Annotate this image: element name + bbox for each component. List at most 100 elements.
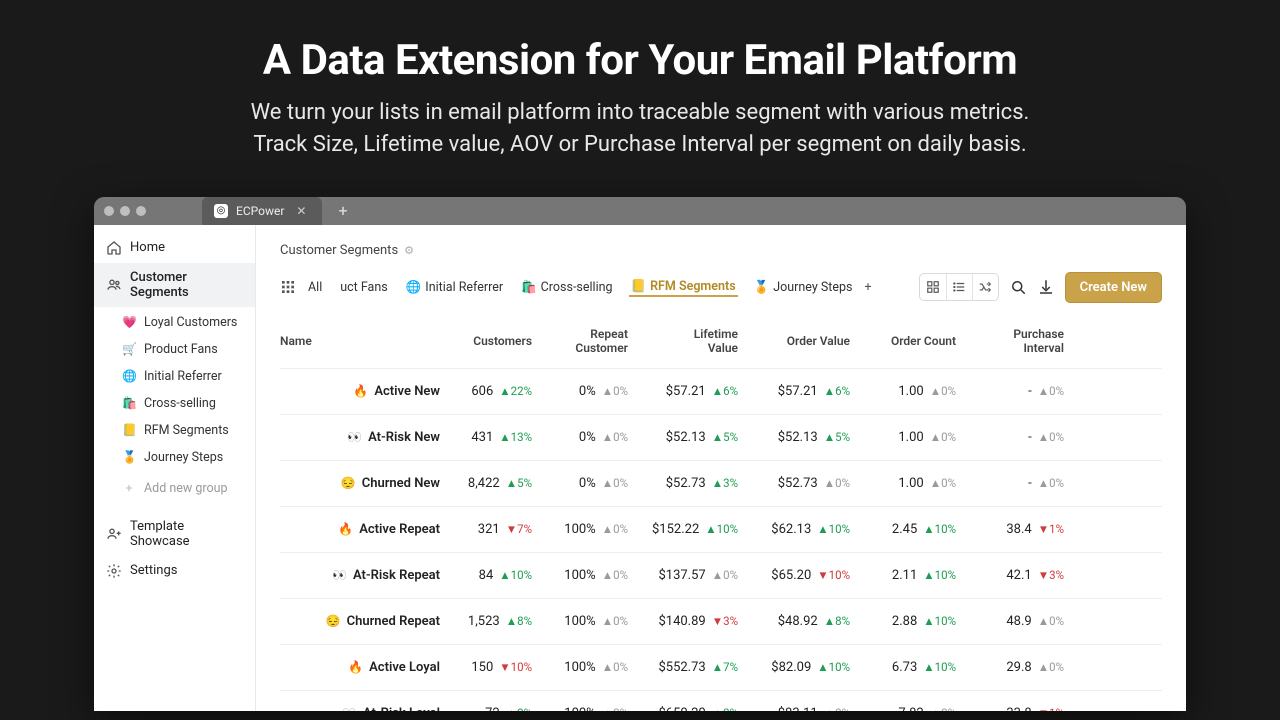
hero-title: A Data Extension for Your Email Platform (0, 36, 1280, 85)
table-row[interactable]: 🔥Active New606▲22%0%▲0%$57.21▲6%$57.21▲6… (280, 368, 1162, 414)
table-row[interactable]: 😔Churned New8,422▲5%0%▲0%$52.73▲3%$52.73… (280, 460, 1162, 506)
group-emoji-icon: 📒 (122, 423, 136, 437)
users-icon (106, 277, 122, 293)
main-panel: Customer Segments ⚙ Alluct Fans🌐Initial … (256, 225, 1186, 711)
filter-chip[interactable]: 🛍️Cross-selling (519, 278, 614, 297)
sidebar-group-item[interactable]: 🛒Product Fans (94, 336, 255, 363)
delta-indicator: ▲8% (824, 614, 850, 628)
grid-icon[interactable] (280, 279, 296, 295)
sidebar-group-item[interactable]: 🛍️Cross-selling (94, 390, 255, 417)
tab-favicon-icon: ◎ (214, 204, 228, 218)
add-filter-icon[interactable]: + (864, 280, 871, 295)
delta-indicator: ▲0% (824, 476, 850, 490)
home-icon (106, 240, 122, 256)
sidebar-group-item[interactable]: 📒RFM Segments (94, 417, 255, 444)
delta-indicator: ▲10% (923, 614, 956, 628)
row-emoji-icon: 🔥 (353, 384, 368, 398)
filter-tabs: All uct Fans 🌐Initial Referrer 🛍️Cross-sell… (280, 277, 872, 297)
delta-indicator: ▲7% (712, 660, 738, 674)
plus-icon: + (122, 481, 136, 495)
filter-chip[interactable]: All (306, 278, 324, 297)
delta-indicator: ▲10% (923, 660, 956, 674)
row-emoji-icon: 😔 (326, 614, 341, 628)
table-row[interactable]: 😔Churned Repeat1,523▲8%100%▲0%$140.89▼3%… (280, 598, 1162, 644)
template-icon (106, 526, 122, 542)
delta-indicator: ▼3% (712, 614, 738, 628)
sidebar-group-item[interactable]: 💗Loyal Customers (94, 309, 255, 336)
delta-indicator: ▲0% (1038, 384, 1064, 398)
table-row[interactable]: 🔥Active Loyal150▼10%100%▲0%$552.73▲7%$82… (280, 644, 1162, 690)
delta-indicator: ▲22% (499, 384, 532, 398)
browser-tab[interactable]: ◎ ECPower ✕ (202, 197, 322, 225)
row-emoji-icon: 😔 (341, 476, 356, 490)
delta-indicator: ▼1% (1038, 522, 1064, 536)
filter-chip[interactable]: uct Fans (338, 278, 389, 297)
sidebar-item-home[interactable]: Home (94, 233, 255, 263)
delta-indicator: ▲0% (1038, 660, 1064, 674)
delta-indicator: ▲0% (602, 706, 628, 711)
traffic-lights[interactable] (104, 206, 146, 216)
delta-indicator: ▲10% (705, 522, 738, 536)
sidebar-item-segments[interactable]: Customer Segments (94, 263, 255, 307)
crumb-settings-icon[interactable]: ⚙ (404, 244, 414, 257)
app-window: ◎ ECPower ✕ + Home Customer Segments 💗Lo… (94, 197, 1186, 711)
table-header: Name Customers RepeatCustomer LifetimeVa… (280, 321, 1162, 368)
delta-indicator: ▼10% (817, 568, 850, 582)
new-tab-icon[interactable]: + (338, 201, 347, 220)
delta-indicator: ▲2% (506, 706, 532, 711)
view-shuffle-icon[interactable] (972, 274, 998, 300)
sidebar-group-item[interactable]: 🏅Journey Steps (94, 444, 255, 471)
delta-indicator: ▼3% (1038, 568, 1064, 582)
delta-indicator: ▲0% (602, 476, 628, 490)
delta-indicator: ▲0% (1038, 476, 1064, 490)
delta-indicator: ▲5% (506, 476, 532, 490)
delta-indicator: ▼7% (506, 522, 532, 536)
delta-indicator: ▲0% (602, 614, 628, 628)
filter-chip[interactable]: 📒RFM Segments (629, 277, 738, 297)
toolbar: Create New (919, 272, 1162, 303)
chip-emoji-icon: 🛍️ (521, 280, 537, 295)
chip-emoji-icon: 📒 (631, 279, 647, 294)
table-row[interactable]: 👀At-Risk New431▲13%0%▲0%$52.13▲5%$52.13▲… (280, 414, 1162, 460)
row-emoji-icon: 👀 (342, 706, 357, 711)
table-row[interactable]: 👀At-Risk Repeat84▲10%100%▲0%$137.57▲0%$6… (280, 552, 1162, 598)
delta-indicator: ▲0% (1038, 430, 1064, 444)
delta-indicator: ▼10% (499, 660, 532, 674)
delta-indicator: ▲13% (499, 430, 532, 444)
row-emoji-icon: 🔥 (338, 522, 353, 536)
delta-indicator: ▲10% (817, 660, 850, 674)
filter-chip[interactable]: 🏅Journey Steps (752, 278, 855, 297)
delta-indicator: ▲10% (817, 522, 850, 536)
delta-indicator: ▲0% (602, 568, 628, 582)
sidebar: Home Customer Segments 💗Loyal Customers🛒… (94, 225, 256, 711)
group-emoji-icon: 🛒 (122, 342, 136, 356)
delta-indicator: ▲3% (712, 476, 738, 490)
sidebar-item-settings[interactable]: Settings (94, 556, 255, 586)
segments-table: Name Customers RepeatCustomer LifetimeVa… (280, 321, 1162, 711)
delta-indicator: ▲5% (824, 430, 850, 444)
create-new-button[interactable]: Create New (1065, 272, 1162, 303)
sidebar-group-item[interactable]: 🌐Initial Referrer (94, 363, 255, 390)
delta-indicator: ▲0% (602, 384, 628, 398)
delta-indicator: ▲10% (923, 568, 956, 582)
tab-title: ECPower (236, 204, 284, 218)
view-switch[interactable] (919, 273, 999, 301)
chip-emoji-icon: 🏅 (754, 280, 770, 295)
search-icon[interactable] (1009, 278, 1027, 296)
view-list-icon[interactable] (946, 274, 972, 300)
delta-indicator: ▲0% (1038, 614, 1064, 628)
delta-indicator: ▲0% (602, 430, 628, 444)
delta-indicator: ▲0% (930, 706, 956, 711)
table-row[interactable]: 🔥Active Repeat321▼7%100%▲0%$152.22▲10%$6… (280, 506, 1162, 552)
table-row[interactable]: 👀At-Risk Loyal72▲2%100%▲0%$650.20▲2%$83.… (280, 690, 1162, 711)
group-emoji-icon: 🛍️ (122, 396, 136, 410)
download-icon[interactable] (1037, 278, 1055, 296)
view-card-icon[interactable] (920, 274, 946, 300)
sidebar-item-template[interactable]: Template Showcase (94, 512, 255, 556)
delta-indicator: ▲10% (499, 568, 532, 582)
filter-chip[interactable]: 🌐Initial Referrer (404, 278, 505, 297)
tab-close-icon[interactable]: ✕ (292, 204, 310, 218)
sidebar-add-group[interactable]: + Add new group (94, 475, 255, 502)
delta-indicator: ▲2% (712, 706, 738, 711)
delta-indicator: ▼1% (1038, 706, 1064, 711)
